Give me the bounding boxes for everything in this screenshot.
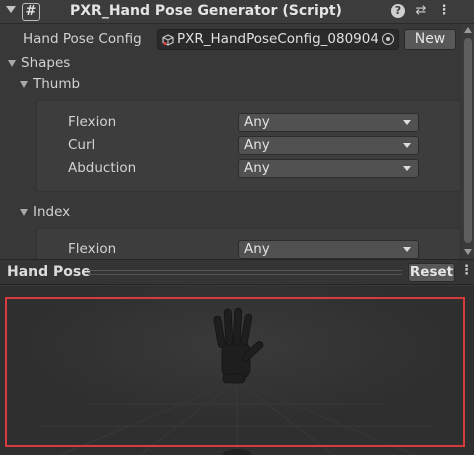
- script-icon: #: [22, 3, 40, 21]
- more-options-icon[interactable]: ⋮: [436, 3, 452, 19]
- dropdown-arrow-icon: [403, 143, 411, 148]
- shapes-foldout[interactable]: Shapes: [8, 55, 128, 73]
- thumb-curl-label: Curl: [68, 137, 96, 153]
- scroll-up-arrow-icon[interactable]: [464, 27, 472, 33]
- new-config-button[interactable]: New: [404, 29, 456, 50]
- hand-pose-config-field[interactable]: PXR_HandPoseConfig_080904: [157, 29, 399, 50]
- preview-drag-handle[interactable]: [88, 270, 402, 275]
- foldout-arrow-icon[interactable]: [8, 60, 16, 67]
- hand-pose-config-label: Hand Pose Config: [23, 31, 142, 47]
- thumb-foldout[interactable]: Thumb: [20, 76, 140, 94]
- thumb-flexion-value: Any: [244, 114, 270, 130]
- scrollbar-thumb[interactable]: [464, 38, 472, 243]
- thumb-label: Thumb: [33, 76, 81, 92]
- foldout-arrow-icon[interactable]: [20, 209, 28, 216]
- hand-pose-preview-viewport[interactable]: [0, 286, 474, 455]
- asset-cube-icon: [162, 34, 174, 46]
- preview-header: Hand Pose Reset ⋮: [0, 259, 474, 285]
- dropdown-arrow-icon: [403, 166, 411, 171]
- thumb-curl-value: Any: [244, 137, 270, 153]
- preview-highlight-box: [5, 297, 465, 447]
- foldout-arrow-icon[interactable]: [6, 6, 16, 13]
- inspector-scrollbar[interactable]: [462, 24, 474, 258]
- thumb-abduction-value: Any: [244, 160, 270, 176]
- thumb-abduction-label: Abduction: [68, 160, 137, 176]
- index-flexion-value: Any: [244, 241, 270, 257]
- index-foldout[interactable]: Index: [20, 204, 140, 222]
- reset-button[interactable]: Reset: [408, 263, 455, 282]
- preview-title: Hand Pose: [7, 264, 91, 280]
- dropdown-arrow-icon: [403, 247, 411, 252]
- index-flexion-label: Flexion: [68, 241, 117, 257]
- more-options-icon[interactable]: ⋮: [460, 263, 473, 278]
- shapes-label: Shapes: [21, 55, 71, 71]
- thumb-flexion-label: Flexion: [68, 114, 117, 130]
- help-icon[interactable]: ?: [391, 4, 405, 18]
- object-picker-icon[interactable]: [378, 30, 398, 49]
- index-flexion-dropdown[interactable]: Any: [238, 240, 419, 259]
- dropdown-arrow-icon: [403, 120, 411, 125]
- component-header[interactable]: # PXR_Hand Pose Generator (Script) ? ⇄ ⋮: [0, 0, 474, 24]
- component-title: PXR_Hand Pose Generator (Script): [70, 3, 342, 19]
- preset-settings-icon[interactable]: ⇄: [413, 3, 429, 19]
- thumb-abduction-dropdown[interactable]: Any: [238, 159, 419, 178]
- index-label: Index: [33, 204, 71, 220]
- scroll-down-arrow-icon[interactable]: [464, 249, 472, 255]
- foldout-arrow-icon[interactable]: [20, 81, 28, 88]
- thumb-curl-dropdown[interactable]: Any: [238, 136, 419, 155]
- thumb-flexion-dropdown[interactable]: Any: [238, 113, 419, 132]
- hand-pose-config-value: PXR_HandPoseConfig_080904: [177, 31, 379, 47]
